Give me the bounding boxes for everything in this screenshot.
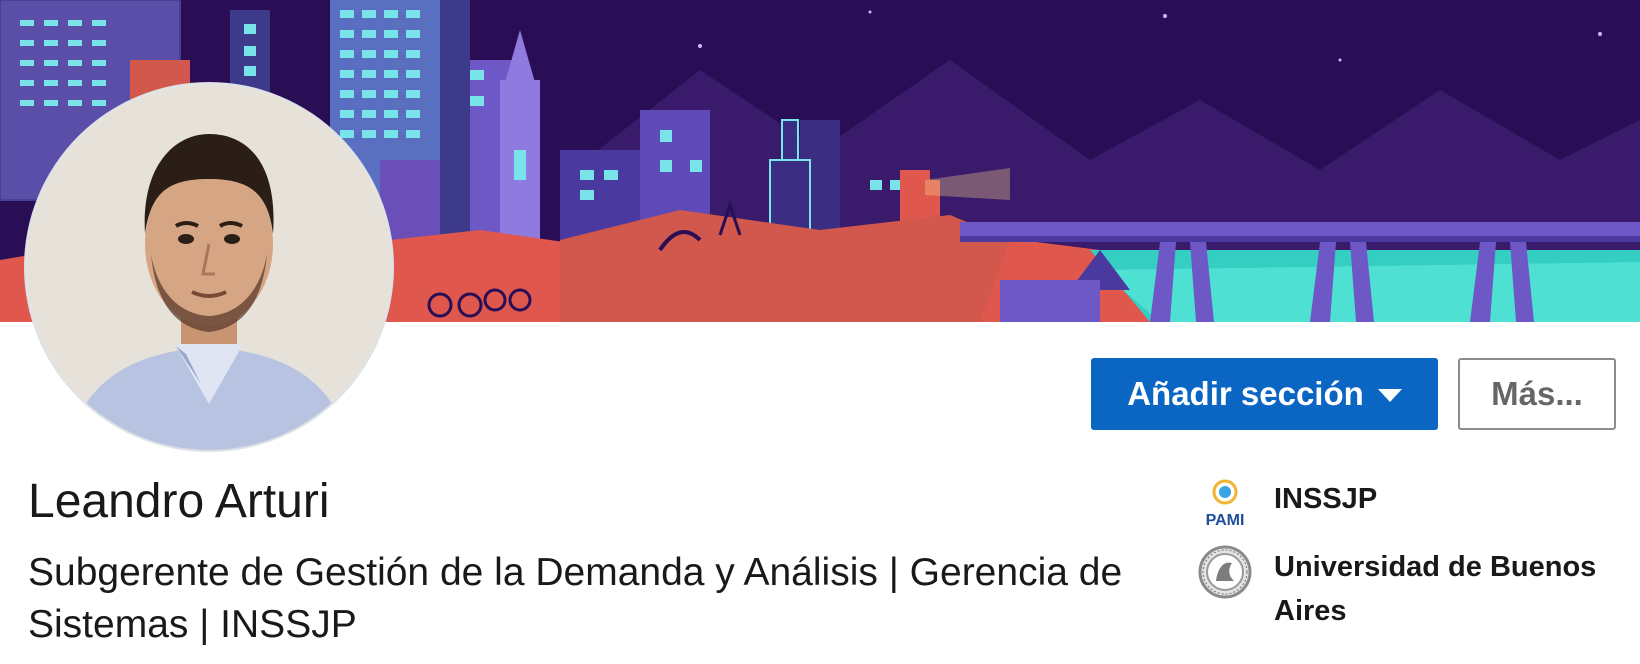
more-label: Más... bbox=[1491, 375, 1583, 412]
profile-photo[interactable] bbox=[26, 84, 392, 450]
uba-seal-icon bbox=[1198, 545, 1252, 599]
current-company-name: INSSJP bbox=[1274, 483, 1378, 515]
add-section-button[interactable]: Añadir sección bbox=[1091, 358, 1438, 430]
current-company-link[interactable]: PAMI INSSJP bbox=[1198, 477, 1634, 531]
more-button[interactable]: Más... bbox=[1458, 358, 1616, 430]
pami-logo-text: PAMI bbox=[1206, 512, 1245, 529]
pami-logo-icon: PAMI bbox=[1198, 477, 1252, 531]
education-link[interactable]: Universidad de Buenos Aires bbox=[1198, 545, 1634, 633]
profile-headline: Subgerente de Gestión de la Demanda y An… bbox=[28, 551, 1123, 646]
education-name: Universidad de Buenos Aires bbox=[1274, 551, 1597, 627]
profile-name: Leandro Arturi bbox=[28, 475, 330, 528]
caret-down-icon bbox=[1377, 388, 1402, 402]
add-section-label: Añadir sección bbox=[1127, 375, 1364, 412]
profile-photo-image bbox=[26, 84, 392, 450]
